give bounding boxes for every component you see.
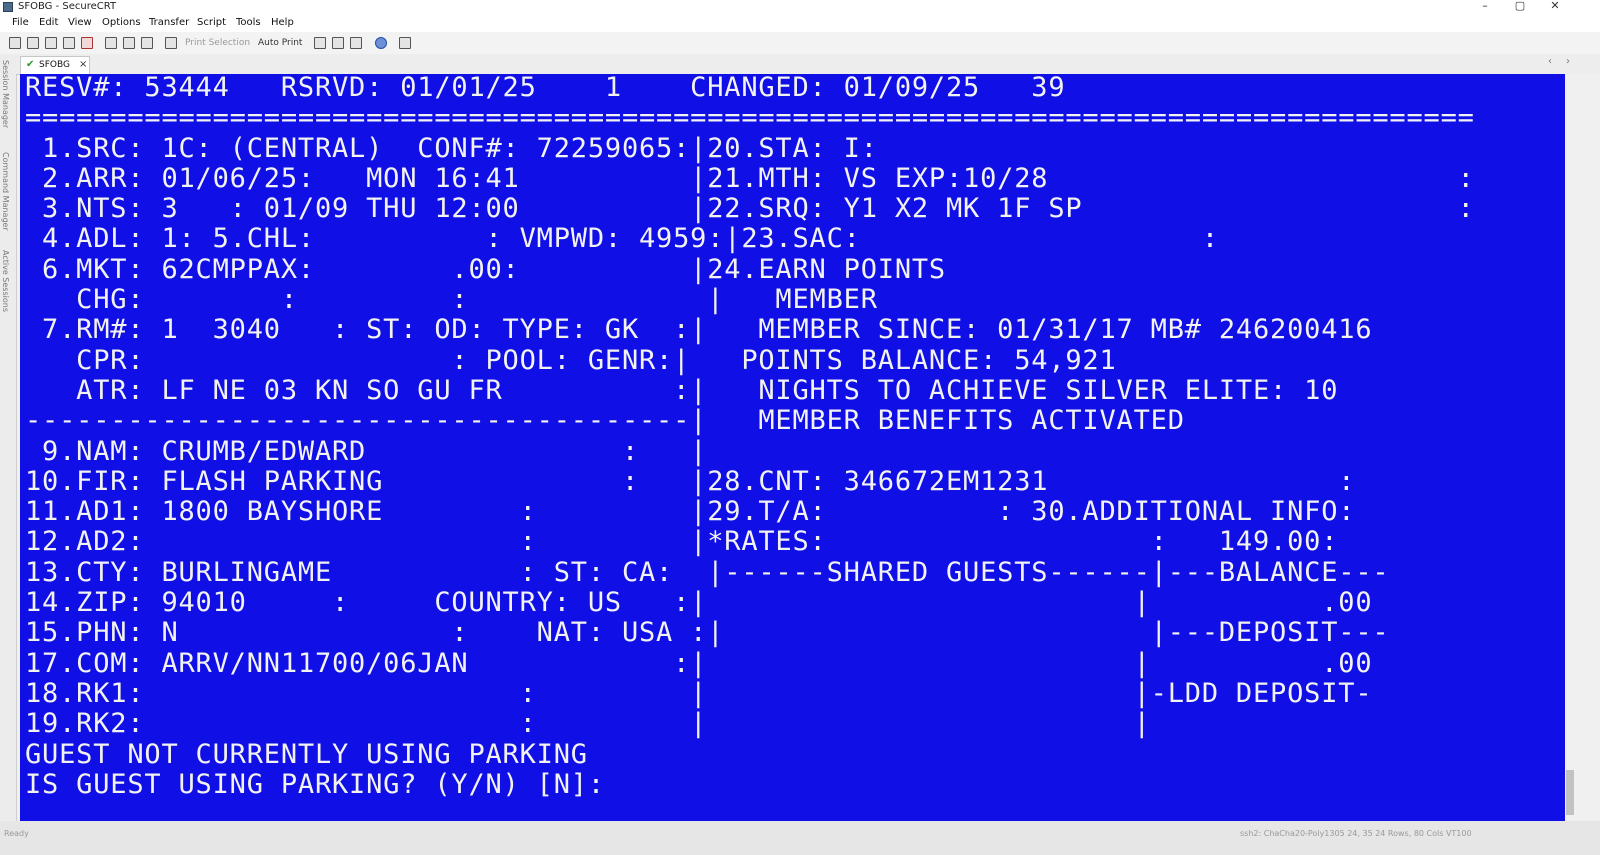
- terminal-line: 17.COM: ARRV/NN11700/06JAN :| | .00: [25, 647, 1373, 679]
- session-manager-tab[interactable]: Session Manager: [1, 60, 10, 128]
- maximize-button[interactable]: ▢: [1505, 0, 1535, 14]
- terminal-scrollbar[interactable]: [1565, 74, 1600, 821]
- terminal-line: 4.ADL: 1: 5.CHL: : VMPWD: 4959:|23.SAC: …: [25, 223, 1219, 255]
- key-icon[interactable]: [350, 37, 362, 49]
- quick-connect-icon[interactable]: [27, 37, 39, 49]
- terminal-line: 19.RK2: : | |: [25, 708, 1151, 740]
- terminal-line: ========================================…: [25, 102, 1475, 134]
- connected-check-icon: ✔: [26, 59, 35, 70]
- close-button[interactable]: ✕: [1540, 0, 1570, 14]
- paste-icon[interactable]: [123, 37, 135, 49]
- menu-view[interactable]: View: [68, 14, 92, 32]
- title-bar: SFOBG - SecureCRT – ▢ ✕: [0, 0, 1600, 14]
- connect-in-tab-icon[interactable]: [45, 37, 57, 49]
- side-panel: Session Manager Command Manager Active S…: [0, 54, 17, 834]
- menu-transfer[interactable]: Transfer: [149, 14, 189, 32]
- copy-icon[interactable]: [105, 37, 117, 49]
- connect-icon[interactable]: [9, 37, 21, 49]
- print-icon[interactable]: [165, 37, 177, 49]
- terminal-line: 11.AD1: 1800 BAYSHORE : |29.T/A: : 30.AD…: [25, 496, 1356, 528]
- terminal-line: 13.CTY: BURLINGAME : ST: CA: |------SHAR…: [25, 556, 1390, 588]
- disconnect-icon[interactable]: [81, 37, 93, 49]
- terminal-line: 2.ARR: 01/06/25: MON 16:41 |21.MTH: VS E…: [25, 162, 1475, 194]
- menu-help[interactable]: Help: [271, 14, 294, 32]
- terminal-output: RESV#: 53444 RSRVD: 01/01/25 1 CHANGED: …: [25, 72, 1475, 800]
- app-icon: [3, 2, 13, 12]
- status-bar: Ready ssh2: ChaCha20-Poly1305 24, 35 24 …: [0, 821, 1600, 855]
- tab-scroll-right-icon[interactable]: ›: [1566, 56, 1570, 67]
- terminal-line: 7.RM#: 1 3040 : ST: OD: TYPE: GK :| MEMB…: [25, 314, 1373, 346]
- screen-icon[interactable]: [399, 37, 411, 49]
- scrollbar-thumb[interactable]: [1566, 770, 1574, 815]
- menu-file[interactable]: File: [12, 14, 29, 32]
- help-icon[interactable]: [375, 37, 387, 49]
- terminal-line: ---------------------------------------|…: [25, 405, 1185, 437]
- tab-scroll-left-icon[interactable]: ‹: [1548, 56, 1552, 67]
- auto-print-button[interactable]: Auto Print: [258, 32, 302, 54]
- terminal-line: 10.FIR: FLASH PARKING : |28.CNT: 346672E…: [25, 465, 1356, 497]
- window-title: SFOBG - SecureCRT: [18, 1, 117, 12]
- global-options-icon[interactable]: [332, 37, 344, 49]
- terminal-line: 18.RK1: : | |-LDD DEPOSIT-: [25, 677, 1373, 709]
- terminal-line: 1.SRC: 1C: (CENTRAL) CONF#: 72259065:|20…: [25, 132, 878, 164]
- menu-bar: File Edit View Options Transfer Script T…: [0, 14, 1600, 32]
- menu-script[interactable]: Script: [197, 14, 226, 32]
- status-ready: Ready: [4, 829, 29, 838]
- terminal-line: CPR: : POOL: GENR:| POINTS BALANCE: 54,9…: [25, 344, 1117, 376]
- terminal-line: 6.MKT: 62CMPPAX: .00: |24.EARN POINTS: [25, 253, 946, 285]
- session-options-icon[interactable]: [314, 37, 326, 49]
- menu-options[interactable]: Options: [102, 14, 141, 32]
- terminal-line: 3.NTS: 3 : 01/09 THU 12:00 |22.SRQ: Y1 X…: [25, 193, 1475, 225]
- status-connection-info: ssh2: ChaCha20-Poly1305 24, 35 24 Rows, …: [1240, 829, 1472, 838]
- terminal-screen[interactable]: RESV#: 53444 RSRVD: 01/01/25 1 CHANGED: …: [20, 72, 1565, 821]
- terminal-line: ATR: LF NE 03 KN SO GU FR :| NIGHTS TO A…: [25, 374, 1339, 406]
- print-selection-button[interactable]: Print Selection: [185, 32, 250, 54]
- terminal-line: RESV#: 53444 RSRVD: 01/01/25 1 CHANGED: …: [25, 72, 1066, 103]
- tab-close-icon[interactable]: ×: [79, 57, 87, 73]
- toolbar: Print Selection Auto Print: [0, 32, 1600, 55]
- terminal-line: 9.NAM: CRUMB/EDWARD : |: [25, 435, 708, 467]
- active-sessions-tab[interactable]: Active Sessions: [1, 250, 10, 312]
- minimize-button[interactable]: –: [1470, 0, 1500, 14]
- terminal-line: IS GUEST USING PARKING? (Y/N) [N]:: [25, 768, 605, 800]
- terminal-line: 14.ZIP: 94010 : COUNTRY: US :| | .00: [25, 587, 1373, 619]
- menu-edit[interactable]: Edit: [39, 14, 58, 32]
- session-tab-label: SFOBG: [39, 60, 70, 70]
- menu-tools[interactable]: Tools: [236, 14, 261, 32]
- terminal-line: 12.AD2: : |*RATES: : 149.00:: [25, 526, 1339, 558]
- terminal-line: 15.PHN: N : NAT: USA :| |---DEPOSIT---: [25, 617, 1390, 649]
- terminal-line: GUEST NOT CURRENTLY USING PARKING: [25, 738, 588, 770]
- reconnect-icon[interactable]: [63, 37, 75, 49]
- command-manager-tab[interactable]: Command Manager: [1, 152, 10, 231]
- find-icon[interactable]: [141, 37, 153, 49]
- terminal-line: CHG: : : | MEMBER: [25, 284, 878, 316]
